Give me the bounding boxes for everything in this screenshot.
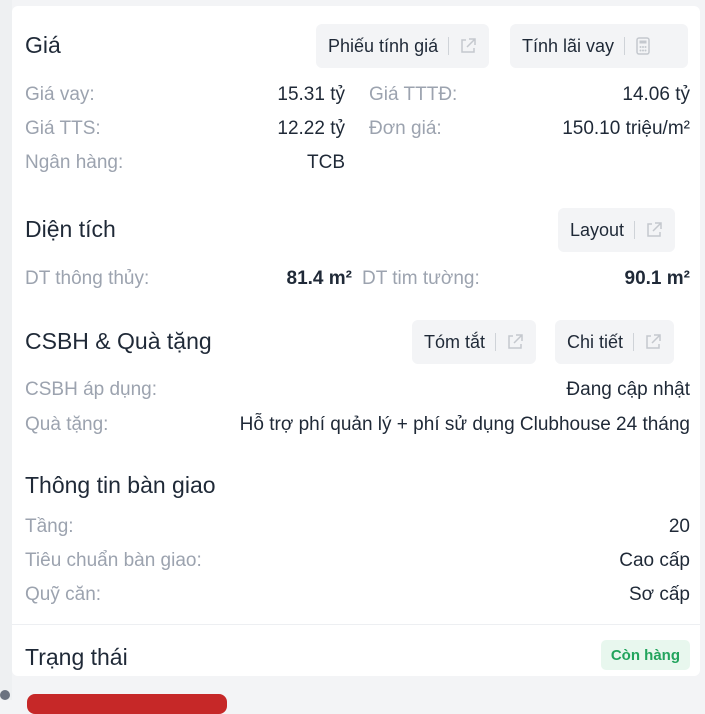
button-separator	[633, 333, 635, 351]
section-title-trang-thai: Trạng thái	[25, 644, 128, 670]
gia-vay-label: Giá vay:	[25, 84, 95, 105]
csbh-ap-dung-value: Đang cập nhật	[566, 379, 690, 400]
qua-tang-value: Hỗ trợ phí quản lý + phí sử dụng Clubhou…	[239, 414, 690, 435]
tinh-lai-vay-button[interactable]: Tính lãi vay	[510, 24, 688, 68]
dt-thong-thuy-value: 81.4 m²	[286, 268, 352, 289]
dt-tim-tuong-label: DT tim tường:	[362, 268, 480, 289]
phieu-tinh-gia-label: Phiếu tính giá	[328, 35, 439, 56]
scroll-indicator	[0, 690, 10, 700]
gia-tts-label: Giá TTS:	[25, 118, 101, 139]
don-gia-label: Đơn giá:	[369, 118, 442, 139]
ngan-hang-label: Ngân hàng:	[25, 152, 124, 173]
external-link-icon	[459, 37, 477, 55]
tieu-chuan-value: Cao cấp	[619, 550, 690, 571]
chi-tiet-button[interactable]: Chi tiết	[555, 320, 675, 364]
tom-tat-label: Tóm tắt	[424, 331, 486, 352]
phieu-tinh-gia-button[interactable]: Phiếu tính giá	[316, 24, 490, 68]
csbh-ap-dung-label: CSBH áp dụng:	[25, 379, 158, 400]
gia-tttd-value: 14.06 tỷ	[622, 84, 690, 105]
layout-label: Layout	[570, 219, 625, 240]
section-divider	[12, 624, 700, 625]
section-title-ban-giao: Thông tin bàn giao	[25, 472, 216, 498]
gia-tts-value: 12.22 tỷ	[277, 118, 345, 139]
external-link-icon	[506, 333, 524, 351]
button-separator	[634, 221, 636, 239]
dt-tim-tuong-value: 90.1 m²	[624, 268, 690, 289]
window-edge	[0, 0, 12, 700]
tom-tat-button[interactable]: Tóm tắt	[412, 320, 537, 364]
quy-can-value: Sơ cấp	[628, 584, 690, 605]
section-title-dien-tich: Diện tích	[25, 216, 116, 242]
qua-tang-label: Quà tặng:	[25, 414, 109, 435]
external-link-icon	[644, 333, 662, 351]
section-title-gia: Giá	[25, 32, 61, 58]
gia-tttd-label: Giá TTTĐ:	[369, 84, 458, 105]
bottom-action-bar[interactable]	[27, 694, 227, 714]
property-detail-card: Giá Phiếu tính giá Tính lãi vay Giá vay:…	[12, 6, 700, 676]
status-badge: Còn hàng	[600, 640, 690, 670]
chi-tiet-label: Chi tiết	[567, 331, 624, 352]
don-gia-value: 150.10 triệu/m²	[562, 118, 690, 139]
button-separator	[624, 37, 626, 55]
layout-button[interactable]: Layout	[558, 208, 676, 252]
tang-value: 20	[668, 516, 690, 537]
gia-vay-value: 15.31 tỷ	[277, 84, 345, 105]
tinh-lai-vay-label: Tính lãi vay	[522, 35, 615, 56]
button-separator	[448, 37, 450, 55]
quy-can-label: Quỹ căn:	[25, 584, 102, 605]
external-link-icon	[645, 221, 663, 239]
button-separator	[495, 333, 497, 351]
tang-label: Tầng:	[25, 516, 74, 537]
tieu-chuan-label: Tiêu chuẩn bàn giao:	[25, 550, 202, 571]
dt-thong-thuy-label: DT thông thủy:	[25, 268, 150, 289]
calculator-icon	[635, 37, 651, 55]
section-title-csbh: CSBH & Quà tặng	[25, 328, 212, 354]
ngan-hang-value: TCB	[307, 152, 345, 173]
